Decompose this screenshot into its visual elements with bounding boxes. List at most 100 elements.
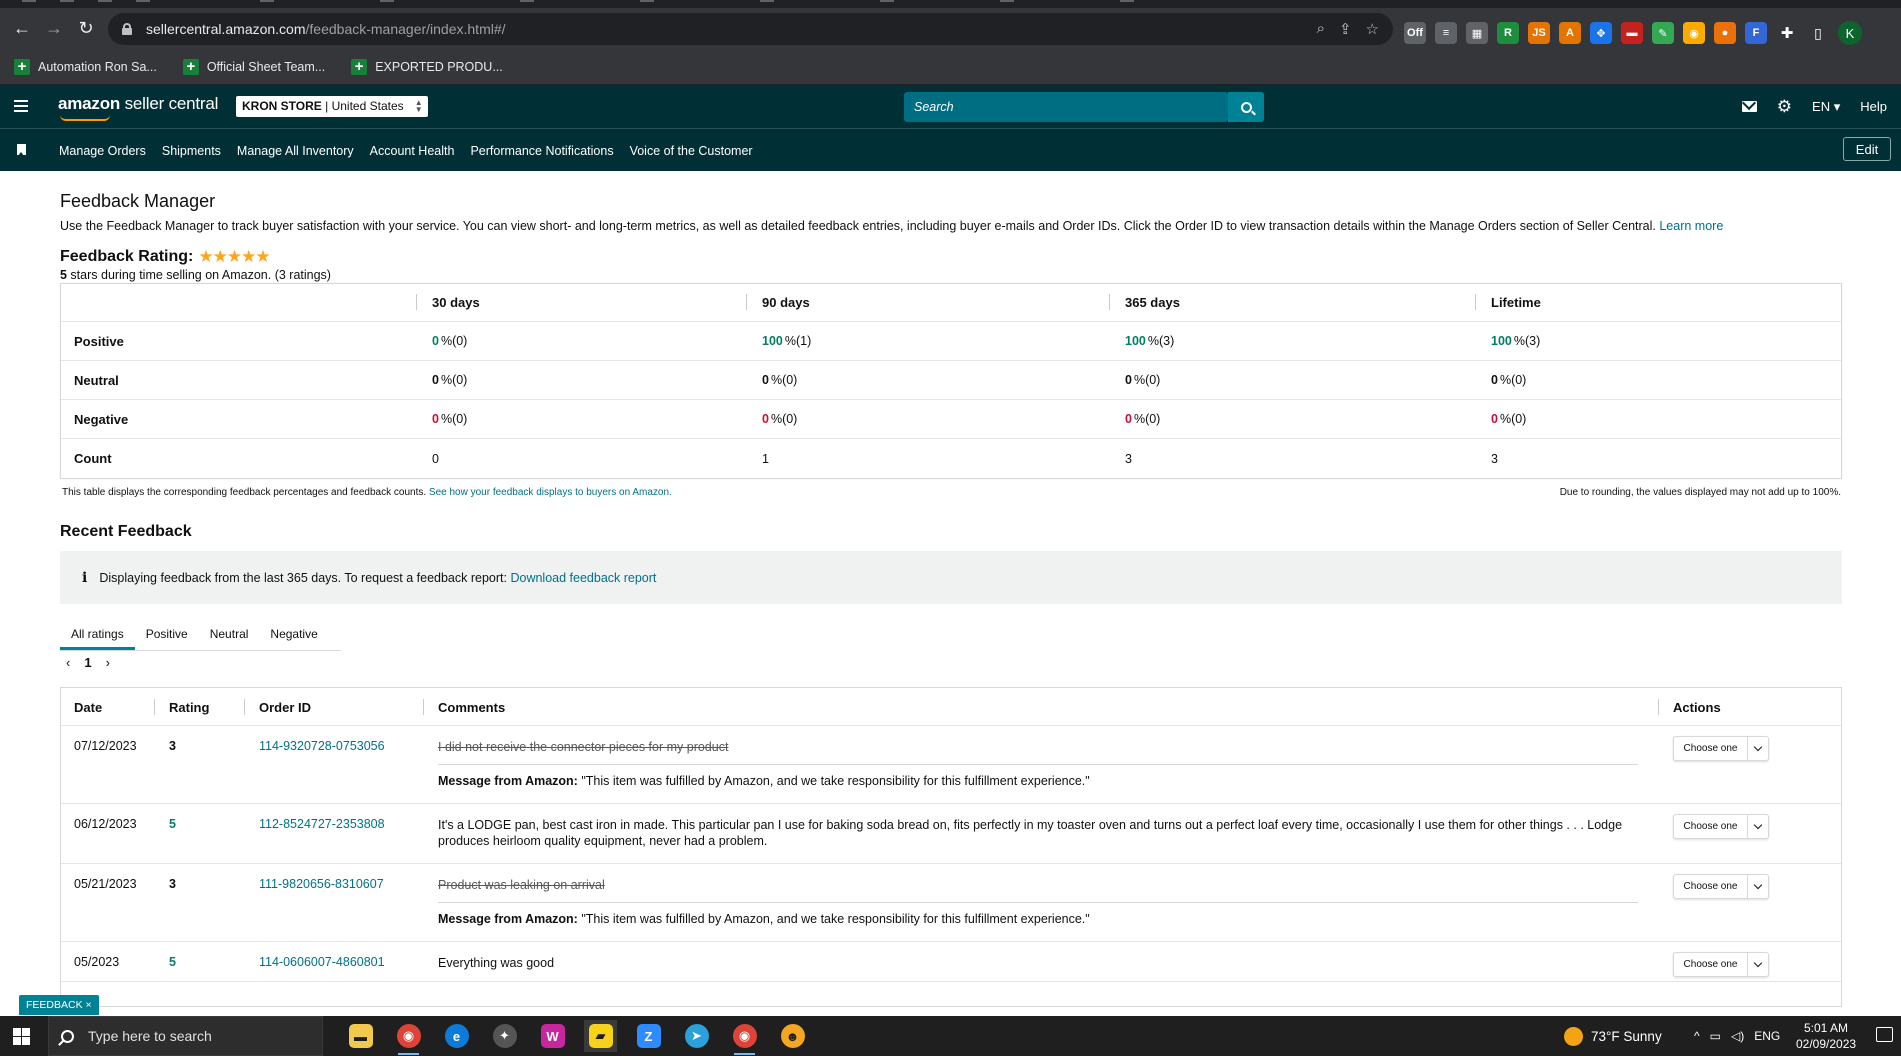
search-button[interactable] <box>1228 92 1264 122</box>
mail-icon[interactable] <box>1741 101 1757 112</box>
ext-chrome-icon[interactable]: ◉ <box>1683 22 1705 44</box>
extensions-puzzle-icon[interactable]: ✚ <box>1776 22 1798 44</box>
col-rating: Rating <box>169 699 210 715</box>
col-date: Date <box>74 699 103 715</box>
side-panel-icon[interactable]: ▯ <box>1807 22 1829 44</box>
ext-az-icon[interactable]: A <box>1559 22 1581 44</box>
off-icon[interactable]: Off <box>1404 22 1426 44</box>
language-indicator[interactable]: ENG <box>1754 1029 1780 1043</box>
weather-widget[interactable]: 73°F Sunny <box>1564 1016 1662 1056</box>
lock-icon <box>122 23 132 35</box>
bookmark-exported-products[interactable]: + EXPORTED PRODU... <box>351 58 503 75</box>
edge-icon[interactable]: e <box>440 1020 473 1052</box>
nav-shipments[interactable]: Shipments <box>162 144 221 158</box>
file-explorer-icon[interactable]: ▬ <box>344 1020 377 1052</box>
metrics-percent: %(3) <box>1513 334 1541 348</box>
nav-manage-all-inventory[interactable]: Manage All Inventory <box>237 144 354 158</box>
telegram-icon[interactable]: ➤ <box>680 1020 713 1052</box>
nav-performance-notifications[interactable]: Performance Notifications <box>470 144 613 158</box>
extension-bar: Off ≡ ▦ R JS A ✥ ▬ ✎ ◉ ● F ✚ ▯ K <box>1404 21 1862 45</box>
app-face-icon[interactable]: ☻ <box>776 1020 809 1052</box>
profile-avatar[interactable]: K <box>1838 21 1862 45</box>
back-arrow-icon[interactable]: ← <box>6 13 38 45</box>
notification-icon[interactable] <box>1876 1027 1893 1042</box>
share-icon[interactable]: ⇪ <box>1339 20 1352 38</box>
tab-all-ratings[interactable]: All ratings <box>60 617 135 650</box>
ext-f-icon[interactable]: F <box>1745 22 1767 44</box>
zoom-app-icon[interactable]: Z <box>632 1020 665 1052</box>
page-number[interactable]: 1 <box>84 655 91 670</box>
ext-red-icon[interactable]: ▬ <box>1621 22 1643 44</box>
hamburger-menu-icon[interactable] <box>14 100 28 112</box>
action-dropdown[interactable]: Choose one <box>1673 952 1769 977</box>
seller-central-logo[interactable]: amazon seller central <box>58 94 218 121</box>
store-selector[interactable]: KRON STORE | United States ▲ ▼ <box>236 96 428 117</box>
clock[interactable]: 5:01 AM 02/09/2023 <box>1796 1020 1856 1052</box>
action-dropdown-label: Choose one <box>1674 737 1748 760</box>
next-page-icon[interactable]: › <box>106 655 110 670</box>
metrics-percent: %(0) <box>1499 412 1527 426</box>
bookmark-icon[interactable] <box>17 144 26 156</box>
gear-icon[interactable]: ⚙ <box>1777 97 1792 117</box>
order-id-link[interactable]: 112-8524727-2353808 <box>259 817 385 831</box>
help-link[interactable]: Help <box>1860 99 1887 114</box>
search-input[interactable] <box>904 92 1230 122</box>
language-selector[interactable]: EN ▾ <box>1812 99 1840 115</box>
feedback-date: 05/2023 <box>74 955 120 969</box>
learn-more-link[interactable]: Learn more <box>1659 219 1723 233</box>
feedback-widget-button[interactable]: FEEDBACK × <box>19 995 99 1015</box>
action-dropdown[interactable]: Choose one <box>1673 736 1769 761</box>
edit-nav-button[interactable]: Edit <box>1843 137 1891 161</box>
metrics-value: 0 <box>432 439 441 478</box>
taskbar-search[interactable]: Type here to search <box>48 1016 323 1056</box>
nav-manage-orders[interactable]: Manage Orders <box>59 144 146 158</box>
ext-b-icon[interactable]: ▦ <box>1466 22 1488 44</box>
metrics-row-negative: Negative 0 %(0) 0 %(0) 0 %(0) 0 %(0) <box>61 400 1841 439</box>
address-bar[interactable]: sellercentral.amazon.com/feedback-manage… <box>108 13 1393 45</box>
feedback-rating: 3 <box>169 739 176 753</box>
feedback-rating: 5 <box>169 817 176 831</box>
sticky-notes-icon[interactable]: ▰ <box>584 1020 617 1052</box>
action-dropdown[interactable]: Choose one <box>1673 814 1769 839</box>
tab-positive[interactable]: Positive <box>135 617 199 650</box>
ext-move-icon[interactable]: ✥ <box>1590 22 1612 44</box>
tab-neutral[interactable]: Neutral <box>199 617 260 650</box>
order-id-link[interactable]: 111-9820656-8310607 <box>259 877 384 891</box>
search-icon <box>61 1029 74 1043</box>
ext-pen-icon[interactable]: ✎ <box>1652 22 1674 44</box>
nav-voice-of-customer[interactable]: Voice of the Customer <box>630 144 753 158</box>
reload-icon[interactable]: ↻ <box>70 13 102 45</box>
action-dropdown-label: Choose one <box>1674 815 1748 838</box>
order-id-link[interactable]: 114-9320728-0753056 <box>259 739 385 753</box>
metrics-value: 100 %(3) <box>1491 322 1540 360</box>
ext-o-icon[interactable]: ● <box>1714 22 1736 44</box>
volume-icon[interactable]: ◁) <box>1731 1029 1744 1043</box>
ext-js-icon[interactable]: JS <box>1528 22 1550 44</box>
windows-start-icon[interactable] <box>13 1028 30 1045</box>
sheets-icon: + <box>182 58 199 75</box>
tab-negative[interactable]: Negative <box>259 617 328 650</box>
pagination: ‹ 1 › <box>66 655 110 670</box>
app-bird-icon[interactable]: ✦ <box>488 1020 521 1052</box>
order-id-link[interactable]: 114-0606007-4860801 <box>259 955 385 969</box>
forward-arrow-icon[interactable]: → <box>38 13 70 45</box>
ext-a-icon[interactable]: ≡ <box>1435 22 1457 44</box>
metrics-value: 0 %(0) <box>1491 400 1526 438</box>
prev-page-icon[interactable]: ‹ <box>66 655 70 670</box>
chrome-profile-icon[interactable]: ◉ <box>728 1020 761 1055</box>
nav-account-health[interactable]: Account Health <box>370 144 455 158</box>
chrome-icon[interactable]: ◉ <box>392 1020 425 1055</box>
feedback-display-link[interactable]: See how your feedback displays to buyers… <box>429 487 672 498</box>
action-dropdown[interactable]: Choose one <box>1673 874 1769 899</box>
bookmark-automation[interactable]: + Automation Ron Sa... <box>14 58 157 75</box>
col-order-id: Order ID <box>259 699 312 715</box>
zoom-icon[interactable]: ⌕ <box>1317 20 1325 38</box>
wps-office-icon[interactable]: W <box>536 1020 569 1052</box>
bookmark-official-sheet[interactable]: + Official Sheet Team... <box>182 58 325 75</box>
browser-tab-strip[interactable] <box>0 0 1901 8</box>
download-report-link[interactable]: Download feedback report <box>510 571 656 585</box>
bookmark-star-icon[interactable]: ☆ <box>1366 20 1379 38</box>
battery-icon[interactable]: ▭ <box>1710 1029 1721 1043</box>
chevron-up-icon[interactable]: ^ <box>1694 1029 1700 1043</box>
ext-r-icon[interactable]: R <box>1497 22 1519 44</box>
